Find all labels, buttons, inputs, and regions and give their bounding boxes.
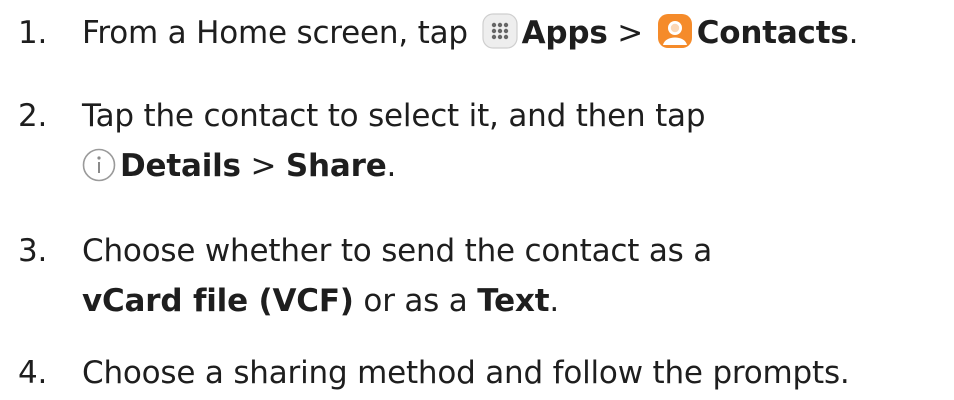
step-continuation: Details > Share. xyxy=(18,141,705,197)
text-label: Text xyxy=(477,283,550,319)
contacts-label: Contacts xyxy=(696,15,849,51)
step-continuation: vCard file (VCF) or as a Text. xyxy=(18,276,712,326)
details-label: Details xyxy=(120,148,241,184)
step-number: 1. xyxy=(18,15,48,51)
step-text: Choose a sharing method and follow the p… xyxy=(82,355,850,391)
punctuation: . xyxy=(549,283,559,319)
step-text-middle: or as a xyxy=(363,283,468,319)
step-number: 4. xyxy=(18,355,48,391)
apps-label: Apps xyxy=(521,15,608,51)
separator: > xyxy=(617,15,644,51)
step-text: Choose whether to send the contact as a xyxy=(82,233,713,269)
vcard-label: vCard file (VCF) xyxy=(82,283,354,319)
step-text: Tap the contact to select it, and then t… xyxy=(82,98,706,134)
step-3: 3. Choose whether to send the contact as … xyxy=(18,226,712,326)
apps-grid-icon xyxy=(481,13,518,64)
step-number: 2. xyxy=(18,98,48,134)
step-1: 1. From a Home screen, tap Apps > Contact… xyxy=(18,8,858,64)
punctuation: . xyxy=(386,148,397,184)
separator: > xyxy=(250,148,277,184)
step-2: 2. Tap the contact to select it, and then… xyxy=(18,91,706,197)
share-label: Share xyxy=(285,148,387,184)
step-4: 4. Choose a sharing method and follow the… xyxy=(18,348,850,398)
step-text: From a Home screen, tap xyxy=(82,15,468,51)
page: { "steps": [ { "number": "1.", "text_bef… xyxy=(0,0,954,400)
step-number: 3. xyxy=(18,233,48,269)
info-icon xyxy=(82,147,116,197)
punctuation: . xyxy=(848,15,859,51)
contacts-app-icon xyxy=(657,13,693,64)
